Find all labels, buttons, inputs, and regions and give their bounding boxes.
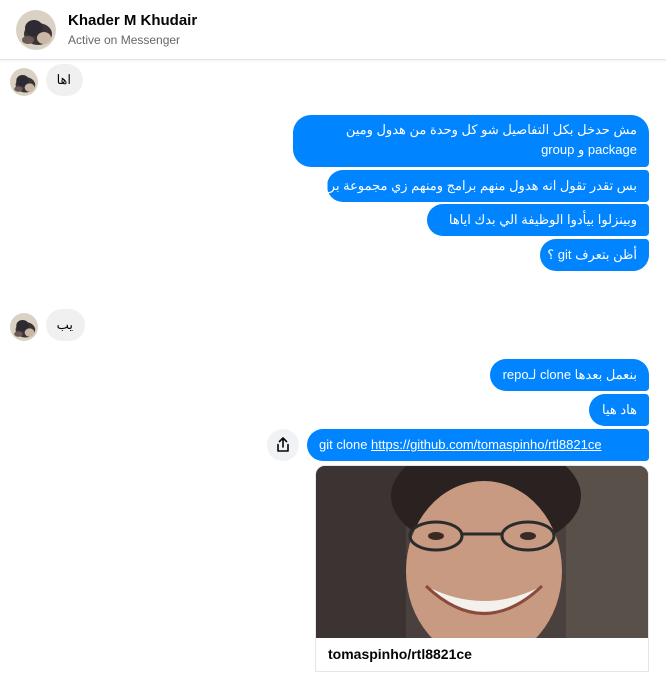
message-link[interactable]: https://github.com/tomaspinho/rtl8821ce [371,437,602,452]
avatar-image [16,10,56,50]
conversation-header: Khader M Khudair Active on Messenger [0,0,666,60]
message-outgoing[interactable]: بنعمل بعدها clone لـrepo [490,359,649,391]
message-outgoing[interactable]: هاد هيا [589,394,649,426]
message-text: git clone [319,437,372,452]
contact-name[interactable]: Khader M Khudair [68,12,197,29]
share-icon [277,437,289,452]
share-button[interactable] [267,429,299,461]
message-outgoing[interactable]: بس تقدر تقول انه هدول منهم برامج ومنهم ز… [310,170,649,202]
avatar-image [10,313,38,341]
message-outgoing-link[interactable]: git clone https://github.com/tomaspinho/… [307,429,649,461]
contact-avatar[interactable] [16,10,56,50]
contact-status: Active on Messenger [68,33,181,47]
message-outgoing[interactable]: أظن بتعرف git ؟ [540,239,649,271]
message-outgoing[interactable]: وبينزلوا بيأدوا الوظيفة الي بدك اياها [427,204,649,236]
link-preview-card[interactable]: tomaspinho/rtl8821ce [315,465,649,672]
message-incoming[interactable]: يب [46,309,85,341]
link-preview-title[interactable]: tomaspinho/rtl8821ce [328,646,472,662]
link-preview-image [316,466,649,638]
avatar-image [10,68,38,96]
sender-avatar[interactable] [10,68,38,96]
message-outgoing[interactable]: مش حدخل بكل التفاصيل شو كل وحدة من هدول … [293,115,649,167]
sender-avatar[interactable] [10,313,38,341]
message-incoming[interactable]: اها [46,64,83,96]
